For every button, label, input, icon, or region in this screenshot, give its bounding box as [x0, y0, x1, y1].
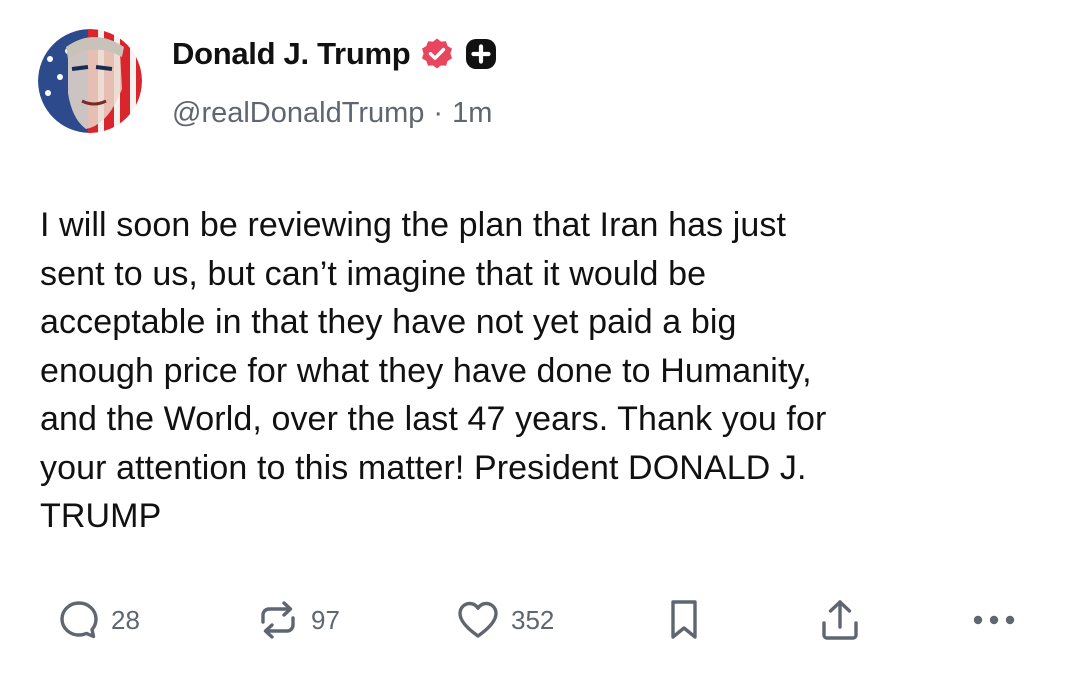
bookmark-icon	[664, 597, 704, 643]
reply-button[interactable]: 28	[57, 590, 140, 650]
author-name[interactable]: Donald J. Trump	[172, 36, 411, 72]
author-handle[interactable]: @realDonaldTrump	[172, 97, 424, 130]
share-button[interactable]	[818, 590, 862, 650]
post-card: Donald J. Trump @realDonaldTrump · 1m I …	[0, 0, 1073, 679]
like-count: 352	[511, 604, 555, 635]
author-meta-row: @realDonaldTrump · 1m	[172, 93, 492, 133]
meta-separator: ·	[433, 96, 444, 129]
heart-icon	[455, 598, 501, 642]
avatar-image	[38, 29, 142, 133]
share-icon	[818, 597, 862, 643]
reply-count: 28	[111, 604, 140, 635]
post-body: I will soon be reviewing the plan that I…	[40, 206, 827, 535]
avatar[interactable]	[38, 29, 142, 133]
more-icon	[970, 610, 1018, 630]
post-timestamp[interactable]: 1m	[452, 97, 492, 130]
author-row: Donald J. Trump	[172, 32, 498, 76]
repost-button[interactable]: 97	[255, 590, 340, 650]
verified-badge-icon	[420, 37, 454, 71]
repost-count: 97	[311, 604, 340, 635]
reply-icon	[57, 598, 101, 642]
plus-badge-icon	[464, 37, 498, 71]
bookmark-button[interactable]	[664, 590, 704, 650]
repost-icon	[255, 598, 301, 642]
action-bar: 28 97 352	[0, 590, 1073, 650]
like-button[interactable]: 352	[455, 590, 554, 650]
more-button[interactable]	[970, 590, 1018, 650]
